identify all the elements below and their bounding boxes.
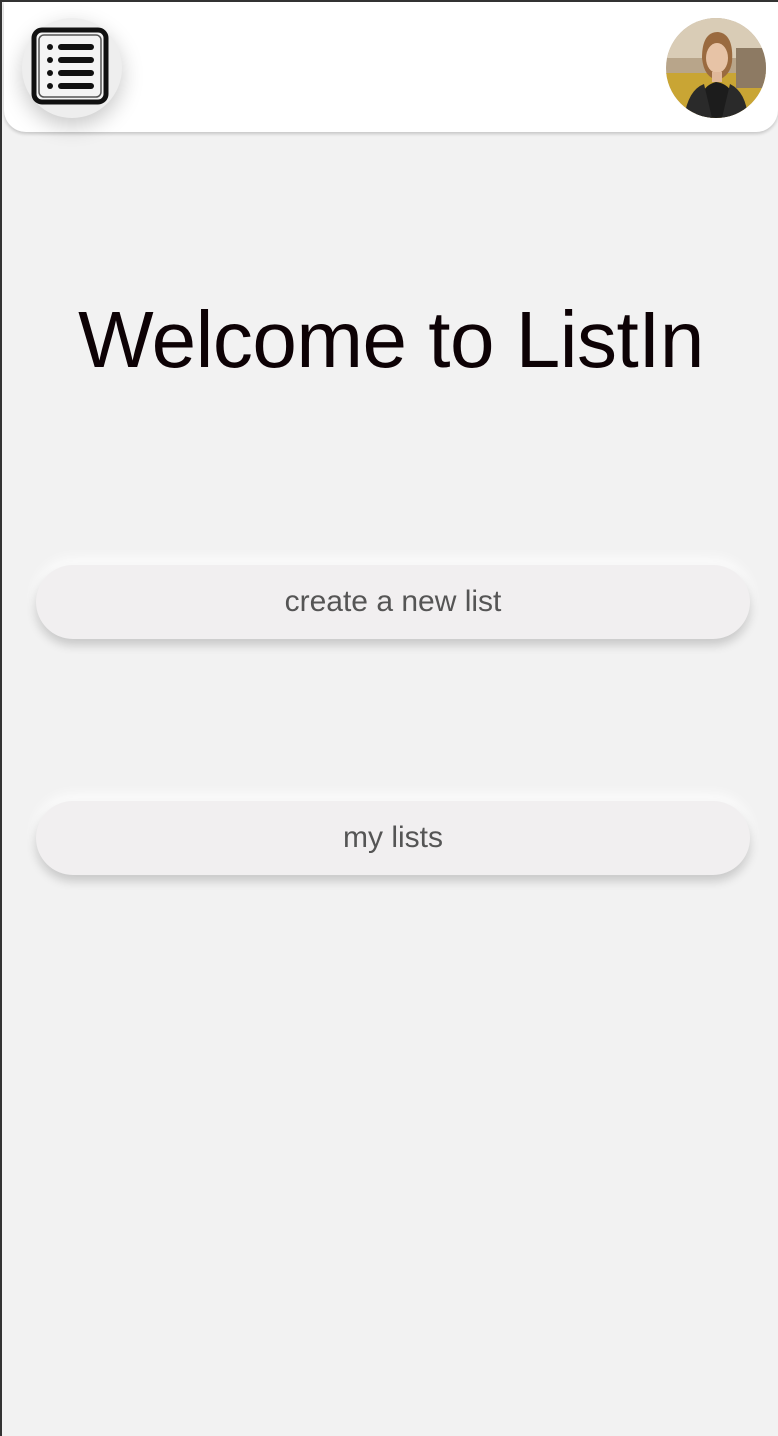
user-avatar[interactable] [666,18,766,118]
avatar-photo [666,18,766,118]
create-new-list-label: create a new list [284,585,502,618]
my-lists-button[interactable]: my lists [36,801,750,875]
menu-button[interactable] [22,18,122,118]
top-bar [4,2,778,132]
welcome-title: Welcome to ListIn [78,295,704,384]
my-lists-label: my lists [343,821,443,854]
app-frame: Welcome to ListIn create a new list my l… [0,0,778,1436]
list-menu-icon [31,27,109,105]
create-new-list-button[interactable]: create a new list [36,565,750,639]
